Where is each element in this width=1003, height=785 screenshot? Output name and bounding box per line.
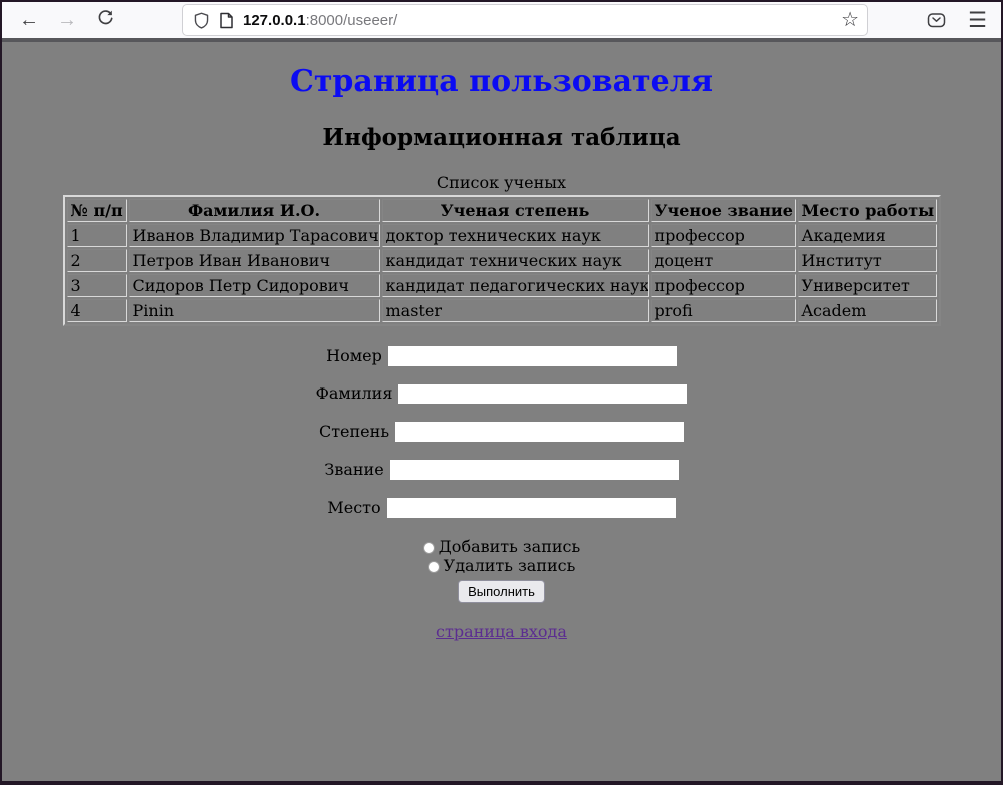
form-row-place: Место: [2, 497, 1001, 517]
shield-icon[interactable]: [193, 12, 210, 29]
action-radio-group: Добавить запись Удалить запись: [2, 537, 1001, 575]
login-page-link[interactable]: страница входа: [436, 622, 567, 641]
table-row: 3 Сидоров Петр Сидорович кандидат педаго…: [67, 274, 937, 297]
pocket-icon[interactable]: [927, 11, 946, 29]
table-cell: профессор: [651, 274, 796, 297]
back-icon: ←: [19, 9, 39, 32]
table-cell: Pinin: [129, 299, 380, 322]
url-domain: 127.0.0.1: [243, 12, 306, 29]
table-cell: 4: [67, 299, 127, 322]
table-cell: Academ: [798, 299, 937, 322]
form-row-surname: Фамилия: [2, 383, 1001, 403]
degree-label: Степень: [319, 422, 389, 441]
table-cell: 1: [67, 224, 127, 247]
page-title: Страница пользователя: [2, 64, 1001, 99]
table-cell: 2: [67, 249, 127, 272]
table-row: 2 Петров Иван Иванович кандидат техничес…: [67, 249, 937, 272]
table-caption: Список ученых: [2, 173, 1001, 192]
radio-line-add: Добавить запись: [2, 537, 1001, 556]
menu-icon[interactable]: ☰: [968, 10, 987, 31]
rank-input[interactable]: [390, 460, 679, 480]
forward-icon: →: [57, 9, 77, 32]
browser-window: ← → 12: [0, 0, 1003, 785]
column-header: Ученая степень: [382, 199, 649, 222]
toolbar-right-icons: ☰: [927, 10, 993, 31]
radio-line-delete: Удалить запись: [2, 556, 1001, 575]
login-link-wrap: страница входа: [2, 622, 1001, 641]
form-row-number: Номер: [2, 345, 1001, 365]
add-record-label: Добавить запись: [439, 537, 580, 556]
back-button[interactable]: ←: [14, 5, 44, 35]
table-cell: Иванов Владимир Тарасович: [129, 224, 380, 247]
reload-icon: [97, 9, 114, 32]
delete-record-radio[interactable]: [428, 561, 440, 573]
form-row-degree: Степень: [2, 421, 1001, 441]
table-header-row: № п/п Фамилия И.О. Ученая степень Ученое…: [67, 199, 937, 222]
table-cell: профессор: [651, 224, 796, 247]
table-cell: Академия: [798, 224, 937, 247]
surname-input[interactable]: [398, 384, 687, 404]
reload-button[interactable]: [90, 5, 120, 35]
table-row: 4 Pinin master profi Academ: [67, 299, 937, 322]
delete-record-label: Удалить запись: [444, 556, 576, 575]
rank-label: Звание: [324, 460, 383, 479]
table-cell: кандидат технических наук: [382, 249, 649, 272]
form-row-rank: Звание: [2, 459, 1001, 479]
table-cell: Университет: [798, 274, 937, 297]
table-cell: Сидоров Петр Сидорович: [129, 274, 380, 297]
table-cell: 3: [67, 274, 127, 297]
url-bar[interactable]: 127.0.0.1:8000/useeer/ ☆: [182, 4, 868, 36]
page-content: Страница пользователя Информационная таб…: [2, 42, 1001, 781]
table-cell: доктор технических наук: [382, 224, 649, 247]
table-cell: Институт: [798, 249, 937, 272]
number-label: Номер: [326, 346, 382, 365]
table-cell: Петров Иван Иванович: [129, 249, 380, 272]
page-info-icon[interactable]: [219, 12, 234, 29]
column-header: Ученое звание: [651, 199, 796, 222]
record-form: Номер Фамилия Степень Звание Место Добав…: [2, 345, 1001, 603]
forward-button[interactable]: →: [52, 5, 82, 35]
table-cell: profi: [651, 299, 796, 322]
degree-input[interactable]: [395, 422, 684, 442]
place-label: Место: [327, 498, 380, 517]
browser-toolbar: ← → 12: [2, 2, 1001, 42]
table-cell: кандидат педагогических наук: [382, 274, 649, 297]
page-subtitle: Информационная таблица: [2, 124, 1001, 151]
table-cell: master: [382, 299, 649, 322]
surname-label: Фамилия: [316, 384, 393, 403]
column-header: Фамилия И.О.: [129, 199, 380, 222]
add-record-radio[interactable]: [423, 542, 435, 554]
place-input[interactable]: [387, 498, 676, 518]
column-header: № п/п: [67, 199, 127, 222]
scientists-table: № п/п Фамилия И.О. Ученая степень Ученое…: [63, 195, 941, 326]
url-path: :8000/useeer/: [306, 12, 398, 29]
table-row: 1 Иванов Владимир Тарасович доктор техни…: [67, 224, 937, 247]
bookmark-star-icon[interactable]: ☆: [841, 10, 859, 30]
number-input[interactable]: [388, 346, 677, 366]
execute-button[interactable]: Выполнить: [458, 580, 545, 603]
url-text: 127.0.0.1:8000/useeer/: [243, 12, 833, 29]
table-cell: доцент: [651, 249, 796, 272]
column-header: Место работы: [798, 199, 937, 222]
